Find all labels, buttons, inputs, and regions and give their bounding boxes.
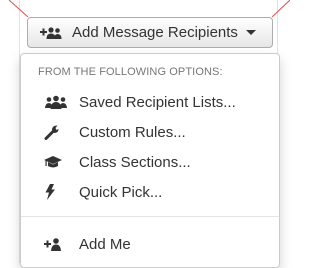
menu-item-quick-pick[interactable]: Quick Pick... xyxy=(21,180,279,204)
users-icon xyxy=(44,95,70,109)
menu-header: FROM THE FOLLOWING OPTIONS: xyxy=(38,66,223,78)
menu-item-label: Class Sections... xyxy=(79,153,191,171)
menu-item-class-sections[interactable]: Class Sections... xyxy=(21,150,279,174)
caret-down-icon xyxy=(245,30,256,35)
add-users-icon xyxy=(40,26,62,40)
menu-item-label: Add Me xyxy=(79,235,131,253)
bolt-icon xyxy=(44,184,70,200)
menu-item-label: Quick Pick... xyxy=(79,183,163,201)
menu-item-add-me[interactable]: Add Me xyxy=(21,232,279,256)
recipients-menu: FROM THE FOLLOWING OPTIONS: Saved Recipi… xyxy=(20,53,280,268)
menu-item-label: Saved Recipient Lists... xyxy=(79,93,236,111)
background-panel-left xyxy=(0,0,20,263)
graduation-cap-icon xyxy=(44,155,70,169)
wrench-icon xyxy=(44,124,70,140)
menu-divider xyxy=(21,216,279,217)
add-user-icon xyxy=(44,237,70,251)
dropdown-label: Add Message Recipients xyxy=(72,24,238,41)
menu-item-saved-recipient-lists[interactable]: Saved Recipient Lists... xyxy=(21,90,279,114)
menu-item-custom-rules[interactable]: Custom Rules... xyxy=(21,120,279,144)
add-message-recipients-dropdown[interactable]: Add Message Recipients xyxy=(27,17,273,48)
menu-item-label: Custom Rules... xyxy=(79,123,186,141)
